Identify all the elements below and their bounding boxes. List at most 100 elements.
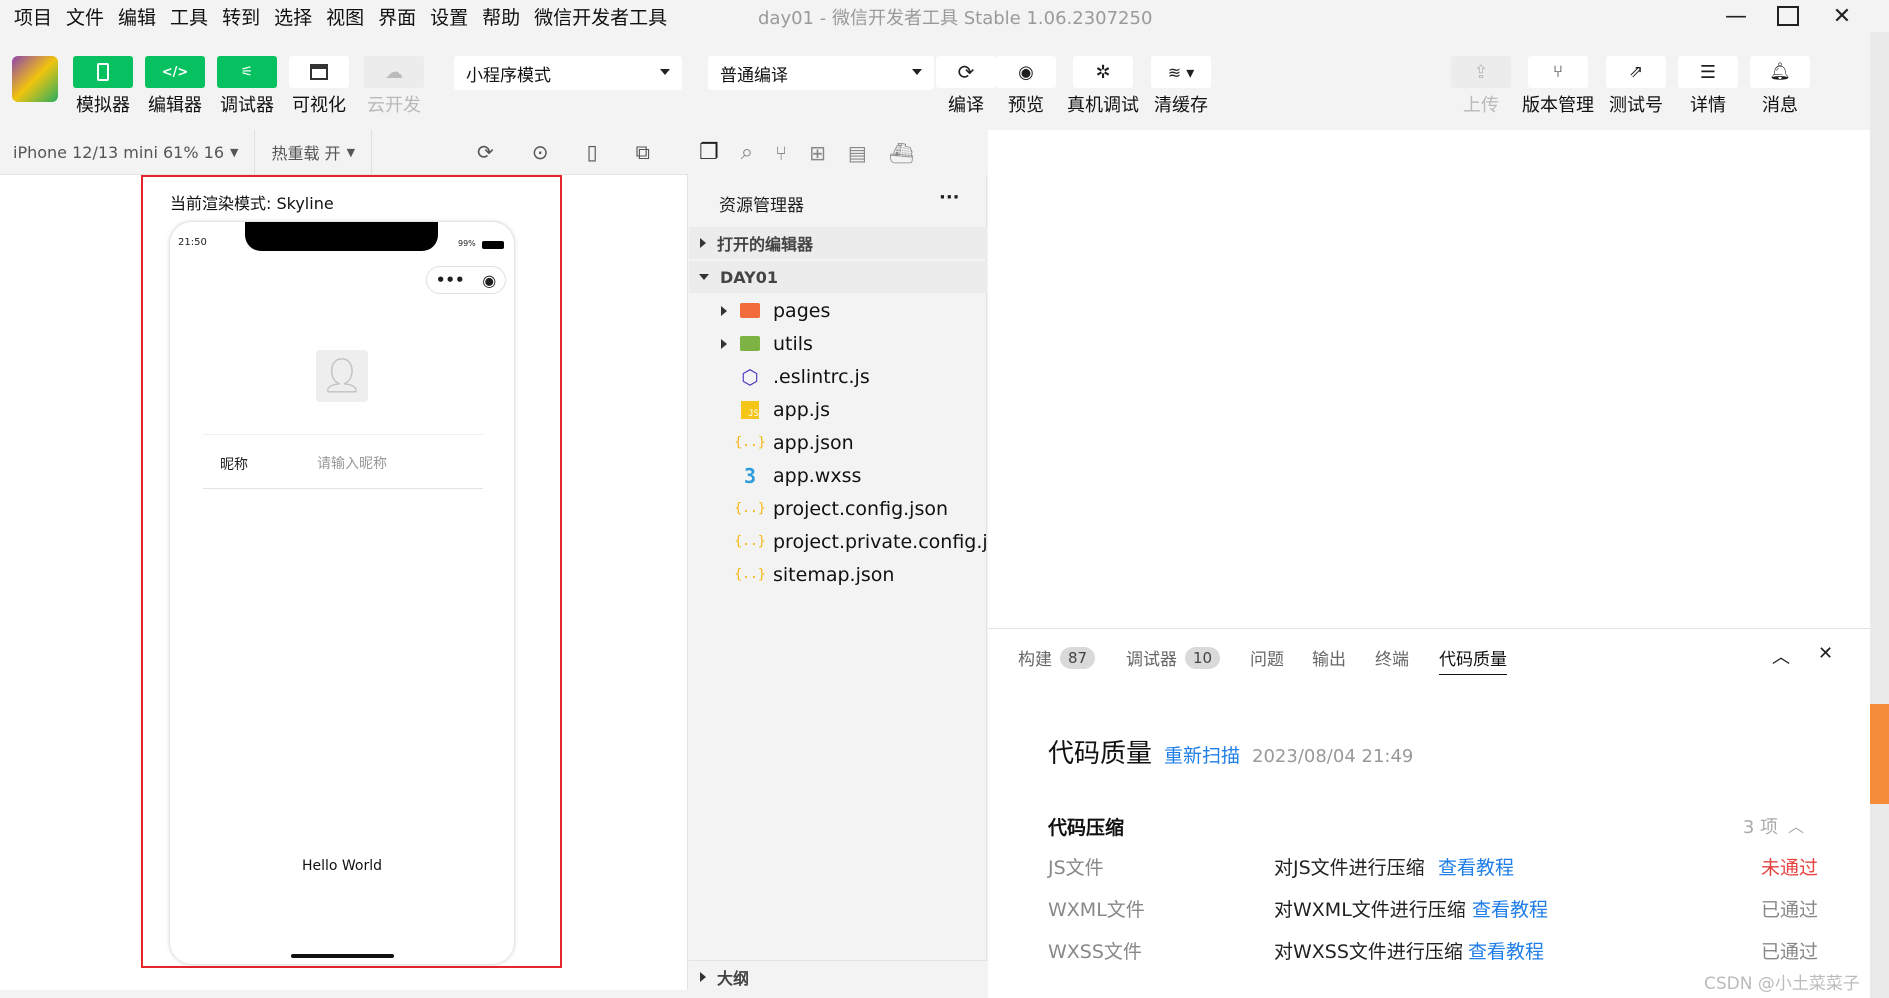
close-button[interactable]: ✕: [1816, 0, 1868, 32]
git-icon[interactable]: ⑂: [775, 141, 787, 165]
tutorial-link[interactable]: 查看教程: [1472, 895, 1548, 922]
maximize-button[interactable]: [1762, 0, 1814, 32]
chevron-up-icon[interactable]: ︿: [1788, 813, 1804, 837]
tree-item-sitemap[interactable]: {..} sitemap.json: [689, 558, 987, 591]
clear-cache-button[interactable]: ≋ ▾ 清缓存: [1151, 56, 1211, 117]
menu-item[interactable]: 微信开发者工具: [534, 3, 667, 30]
scrollbar[interactable]: [1870, 32, 1889, 998]
stop-icon[interactable]: ⊙: [532, 140, 549, 164]
remote-debug-button[interactable]: ✲ 真机调试: [1067, 56, 1139, 117]
preview-button[interactable]: ◉ 预览: [996, 56, 1056, 117]
scrollbar-thumb[interactable]: [1870, 704, 1889, 804]
tab-debugger[interactable]: 调试器 10: [1126, 645, 1221, 670]
phone-icon[interactable]: ▯: [587, 140, 598, 164]
tab-label: 构建: [1018, 650, 1052, 670]
tab-label: 代码质量: [1439, 650, 1507, 670]
storage-icon[interactable]: ▤: [848, 141, 867, 165]
chevron-down-icon: [660, 69, 670, 75]
section-count: 3 项: [1742, 817, 1778, 838]
tab-code-quality[interactable]: 代码质量: [1439, 645, 1507, 675]
outline-section[interactable]: 大纲: [689, 960, 987, 992]
files-icon[interactable]: ❐: [699, 140, 719, 165]
tab-build[interactable]: 构建 87: [1018, 645, 1096, 670]
more-icon[interactable]: •••: [436, 271, 465, 289]
cloud-dev-button[interactable]: ☁ 云开发: [364, 56, 424, 117]
tree-item-pages[interactable]: pages: [689, 294, 987, 327]
docker-icon[interactable]: ⛴: [889, 141, 914, 165]
details-button[interactable]: ☰ 详情: [1678, 56, 1738, 117]
tree-item-project-private-config[interactable]: {..} project.private.config.js...: [689, 525, 987, 558]
tree-item-app-wxss[interactable]: 3 app.wxss: [689, 459, 987, 492]
nickname-input[interactable]: 请输入昵称: [317, 453, 387, 473]
menu-item[interactable]: 设置: [430, 3, 468, 30]
upload-button[interactable]: ⇪ 上传: [1451, 56, 1511, 117]
version-button[interactable]: ⑂ 版本管理: [1522, 56, 1594, 117]
tab-problems[interactable]: 问题: [1250, 645, 1284, 670]
tutorial-link[interactable]: 查看教程: [1468, 937, 1544, 964]
file-name: app.json: [773, 431, 854, 454]
avatar[interactable]: [12, 56, 58, 102]
cloud-icon: ☁: [364, 56, 424, 88]
tree-item-project-config[interactable]: {..} project.config.json: [689, 492, 987, 525]
hot-reload-toggle[interactable]: 热重载 开: [271, 140, 340, 164]
tree-item-utils[interactable]: utils: [689, 327, 987, 360]
chevron-up-icon[interactable]: ︿: [1772, 643, 1790, 669]
test-account-button[interactable]: ⇗ 测试号: [1606, 56, 1666, 117]
refresh-icon[interactable]: ⟳: [477, 140, 494, 164]
close-icon[interactable]: ✕: [1818, 643, 1833, 664]
messages-button[interactable]: 🔔︎ 消息: [1750, 56, 1810, 117]
json-icon: {..}: [734, 534, 766, 549]
visual-button[interactable]: 可视化: [289, 56, 349, 117]
chevron-down-icon: [912, 69, 922, 75]
capsule-menu[interactable]: ••• ◉: [426, 266, 506, 294]
record-icon[interactable]: ◉: [482, 271, 496, 290]
debugger-button[interactable]: ⚟ 调试器: [217, 56, 277, 117]
menu-icon: ☰: [1678, 56, 1738, 88]
search-icon[interactable]: ⌕: [741, 140, 753, 165]
bug-icon: ✲: [1073, 56, 1133, 88]
rule-desc: 对JS文件进行压缩: [1274, 857, 1425, 879]
compile-mode-value: 普通编译: [720, 65, 788, 86]
test-account-label: 测试号: [1609, 95, 1663, 116]
bell-icon: 🔔︎: [1750, 56, 1810, 88]
tree-item-app-js[interactable]: JS app.js: [689, 393, 987, 426]
avatar-icon[interactable]: 👤︎: [316, 350, 368, 402]
json-icon: {..}: [734, 501, 766, 516]
section-title: 代码压缩: [1048, 817, 1125, 839]
window-title: day01 - 微信开发者工具 Stable 1.06.2307250: [758, 4, 1152, 30]
tab-output[interactable]: 输出: [1312, 645, 1346, 670]
more-icon[interactable]: ···: [939, 187, 960, 208]
tree-item-app-json[interactable]: {..} app.json: [689, 426, 987, 459]
open-editors-section[interactable]: 打开的编辑器: [689, 227, 987, 259]
menu-item[interactable]: 选择: [274, 3, 312, 30]
minimize-button[interactable]: —: [1710, 0, 1762, 32]
menu-item[interactable]: 帮助: [482, 3, 520, 30]
window-icon[interactable]: ⧉: [636, 140, 650, 164]
extensions-icon[interactable]: ⊞: [809, 141, 826, 165]
menu-item[interactable]: 工具: [170, 3, 208, 30]
menu-item[interactable]: 项目: [14, 3, 52, 30]
tree-item-eslintrc[interactable]: ⬡ .eslintrc.js: [689, 360, 987, 393]
simulator-toolbar: iPhone 12/13 mini 61% 16 ▼ 热重载 开 ▼ ⟳ ⊙ ▯…: [0, 129, 688, 175]
activity-bar: ❐ ⌕ ⑂ ⊞ ▤ ⛴: [689, 130, 987, 175]
compile-mode-select[interactable]: 普通编译: [708, 56, 934, 90]
section-header[interactable]: 代码压缩 3 项 ︿: [1048, 813, 1818, 853]
menu-item[interactable]: 转到: [222, 3, 260, 30]
folder-icon: [739, 333, 761, 355]
simulator-button[interactable]: 模拟器: [73, 56, 133, 117]
phone-screen: 21:50 99% ••• ◉ 👤︎ 昵称 请输入昵称 Hello World: [170, 222, 514, 964]
menu-item[interactable]: 界面: [378, 3, 416, 30]
device-select[interactable]: iPhone 12/13 mini 61% 16: [13, 143, 224, 162]
tutorial-link[interactable]: 查看教程: [1438, 853, 1514, 880]
project-section[interactable]: DAY01: [689, 261, 987, 293]
rescan-link[interactable]: 重新扫描: [1164, 741, 1240, 768]
menu-item[interactable]: 文件: [66, 3, 104, 30]
preview-label: 预览: [1008, 95, 1044, 116]
tab-terminal[interactable]: 终端: [1375, 645, 1409, 670]
status-badge: 已通过: [1760, 941, 1818, 963]
editor-button[interactable]: </> 编辑器: [145, 56, 205, 117]
remote-debug-label: 真机调试: [1067, 95, 1139, 116]
menu-item[interactable]: 视图: [326, 3, 364, 30]
menu-item[interactable]: 编辑: [118, 3, 156, 30]
mode-select[interactable]: 小程序模式: [454, 56, 682, 90]
